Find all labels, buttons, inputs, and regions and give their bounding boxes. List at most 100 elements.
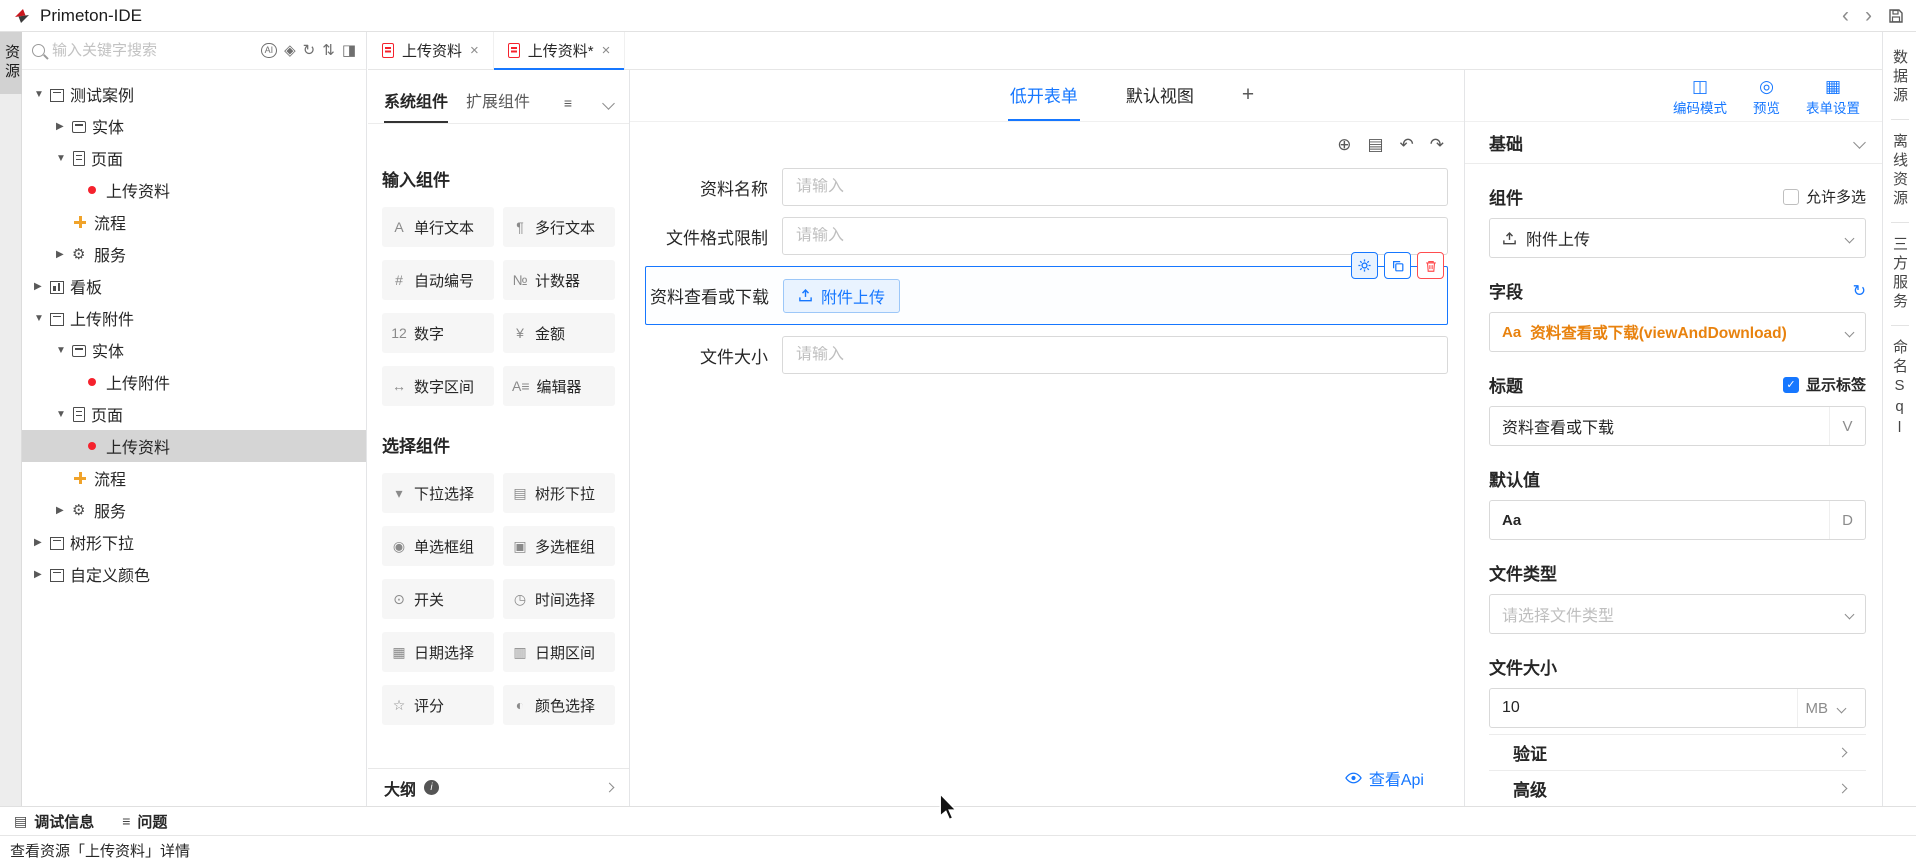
close-icon[interactable] bbox=[602, 43, 611, 58]
sort-icon[interactable] bbox=[322, 43, 335, 58]
file-size-canvas-input[interactable] bbox=[796, 346, 1434, 364]
dock-tab-named-sql[interactable]: 命名Sql bbox=[1889, 330, 1910, 449]
chevron-right-icon[interactable] bbox=[56, 249, 72, 260]
palette-item-radio-group[interactable]: ◉单选框组 bbox=[382, 526, 494, 566]
palette-item-number-range[interactable]: ↔数字区间 bbox=[382, 366, 494, 406]
palette-item-amount[interactable]: ¥金额 bbox=[503, 313, 615, 353]
chevron-down-icon[interactable] bbox=[56, 409, 72, 420]
redo-icon[interactable]: ↷ bbox=[1430, 136, 1444, 153]
palette-item-checkbox-group[interactable]: ▣多选框组 bbox=[503, 526, 615, 566]
tree-item-flow[interactable]: 流程 bbox=[22, 206, 366, 238]
form-field-upload-selected[interactable]: 资料查看或下载 附件上传 bbox=[645, 266, 1448, 325]
palette-item-tree-select[interactable]: ▤树形下拉 bbox=[503, 473, 615, 513]
palette-item-color-picker[interactable]: ◐颜色选择 bbox=[503, 685, 615, 725]
palette-item-auto-number[interactable]: #自动编号 bbox=[382, 260, 494, 300]
tree-item-upload-attachment[interactable]: 上传附件 bbox=[22, 302, 366, 334]
section-header-validation[interactable]: 验证 bbox=[1489, 734, 1866, 770]
preview-button[interactable]: ◎预览 bbox=[1753, 78, 1780, 117]
scope-icon[interactable] bbox=[284, 43, 296, 58]
palette-item-single-line-text[interactable]: A单行文本 bbox=[382, 207, 494, 247]
doc-tab-upload-material[interactable]: 上传资料 bbox=[368, 32, 494, 69]
chevron-down-icon[interactable] bbox=[56, 153, 72, 164]
view-api-link[interactable]: 查看Api bbox=[1345, 766, 1424, 790]
debug-info-button[interactable]: ▤调试信息 bbox=[14, 811, 94, 832]
copy-action-button[interactable] bbox=[1384, 252, 1411, 279]
chevron-right-icon[interactable] bbox=[34, 569, 50, 580]
material-name-input[interactable] bbox=[796, 178, 1434, 196]
default-value-text[interactable]: Aa bbox=[1502, 512, 1820, 529]
nav-back-icon[interactable]: ‹ bbox=[1842, 6, 1849, 26]
palette-item-number[interactable]: 12数字 bbox=[382, 313, 494, 353]
section-header-advanced[interactable]: 高级 bbox=[1489, 770, 1866, 806]
dynamic-suffix-button[interactable]: D bbox=[1829, 501, 1865, 539]
chevron-right-icon[interactable] bbox=[56, 121, 72, 132]
palette-item-date-range[interactable]: ▥日期区间 bbox=[503, 632, 615, 672]
chevron-down-icon[interactable] bbox=[34, 89, 50, 100]
code-mode-button[interactable]: ◫编码模式 bbox=[1673, 78, 1727, 117]
tree-item-service[interactable]: 服务 bbox=[22, 494, 366, 526]
chevron-right-icon[interactable] bbox=[34, 537, 50, 548]
chevron-right-icon[interactable] bbox=[34, 281, 50, 292]
tree-item-tree-select[interactable]: 树形下拉 bbox=[22, 526, 366, 558]
tree-item-entity[interactable]: 实体 bbox=[22, 334, 366, 366]
search-input[interactable] bbox=[52, 42, 254, 59]
tab-system-components[interactable]: 系统组件 bbox=[384, 88, 448, 123]
palette-item-rating[interactable]: ☆评分 bbox=[382, 685, 494, 725]
checkbox-icon[interactable] bbox=[1783, 189, 1799, 205]
tree-item-custom-color[interactable]: 自定义颜色 bbox=[22, 558, 366, 590]
palette-item-editor[interactable]: A≡编辑器 bbox=[503, 366, 615, 406]
add-view-button[interactable]: + bbox=[1240, 70, 1256, 121]
palette-item-switch[interactable]: ⊙开关 bbox=[382, 579, 494, 619]
tree-item-flow[interactable]: 流程 bbox=[22, 462, 366, 494]
tree-item-upload-material-selected[interactable]: 上传资料 bbox=[22, 430, 366, 462]
palette-item-multi-line-text[interactable]: ¶多行文本 bbox=[503, 207, 615, 247]
palette-item-time-picker[interactable]: ◷时间选择 bbox=[503, 579, 615, 619]
chevron-down-icon[interactable] bbox=[56, 345, 72, 356]
allow-multiple-toggle[interactable]: 允许多选 bbox=[1783, 186, 1866, 207]
unit-select[interactable]: MB bbox=[1797, 689, 1866, 727]
web-icon[interactable]: ⊕ bbox=[1337, 136, 1351, 153]
file-format-input[interactable] bbox=[796, 227, 1434, 245]
palette-item-counter[interactable]: №计数器 bbox=[503, 260, 615, 300]
palette-menu-icon[interactable] bbox=[564, 95, 572, 123]
outline-footer[interactable]: 大纲 bbox=[368, 768, 629, 806]
component-type-select[interactable]: 附件上传 bbox=[1489, 218, 1866, 258]
dock-tab-data-source[interactable]: 数据源 bbox=[1889, 40, 1910, 115]
show-label-toggle[interactable]: 显示标签 bbox=[1783, 374, 1866, 395]
tree-item-entity[interactable]: 实体 bbox=[22, 110, 366, 142]
doc-tab-upload-material-active[interactable]: 上传资料* bbox=[494, 32, 626, 69]
title-input[interactable] bbox=[1502, 417, 1820, 435]
form-settings-button[interactable]: ▦表单设置 bbox=[1806, 78, 1860, 117]
outline-list-icon[interactable]: ▤ bbox=[1367, 136, 1383, 153]
field-binding-select[interactable]: Aa 资料查看或下载(viewAndDownload) bbox=[1489, 312, 1866, 352]
section-header-basic[interactable]: 基础 bbox=[1465, 122, 1882, 164]
save-icon[interactable] bbox=[1888, 8, 1904, 24]
panel-toggle-icon[interactable] bbox=[342, 43, 356, 58]
undo-icon[interactable]: ↶ bbox=[1400, 136, 1414, 153]
nav-forward-icon[interactable]: › bbox=[1865, 6, 1872, 26]
delete-action-button[interactable] bbox=[1417, 252, 1444, 279]
file-size-input[interactable] bbox=[1502, 699, 1788, 717]
attachment-upload-button[interactable]: 附件上传 bbox=[783, 279, 900, 313]
chevron-right-icon[interactable] bbox=[56, 505, 72, 516]
chevron-down-icon[interactable] bbox=[1853, 136, 1866, 149]
problems-button[interactable]: ≡问题 bbox=[122, 811, 167, 832]
chevron-right-icon[interactable] bbox=[605, 783, 615, 793]
tree-item-page[interactable]: 页面 bbox=[22, 398, 366, 430]
tree-item-upload-attachment-entity[interactable]: 上传附件 bbox=[22, 366, 366, 398]
dock-tab-resources[interactable]: 资源 bbox=[0, 32, 22, 94]
tree-item-board[interactable]: 看板 bbox=[22, 270, 366, 302]
refresh-icon[interactable] bbox=[303, 43, 316, 58]
sync-icon[interactable] bbox=[1853, 281, 1866, 301]
chevron-down-icon[interactable] bbox=[34, 313, 50, 324]
dock-tab-third-party-services[interactable]: 三方服务 bbox=[1889, 227, 1910, 321]
tree-item-upload-material[interactable]: 上传资料 bbox=[22, 174, 366, 206]
file-type-select[interactable]: 请选择文件类型 bbox=[1489, 594, 1866, 634]
ai-search-icon[interactable] bbox=[261, 43, 278, 58]
palette-item-dropdown-select[interactable]: ▾下拉选择 bbox=[382, 473, 494, 513]
tab-extension-components[interactable]: 扩展组件 bbox=[466, 88, 530, 123]
palette-item-date-picker[interactable]: ▦日期选择 bbox=[382, 632, 494, 672]
tree-item-test-case[interactable]: 测试案例 bbox=[22, 78, 366, 110]
dock-tab-offline-resources[interactable]: 离线资源 bbox=[1889, 124, 1910, 218]
settings-action-button[interactable] bbox=[1351, 252, 1378, 279]
